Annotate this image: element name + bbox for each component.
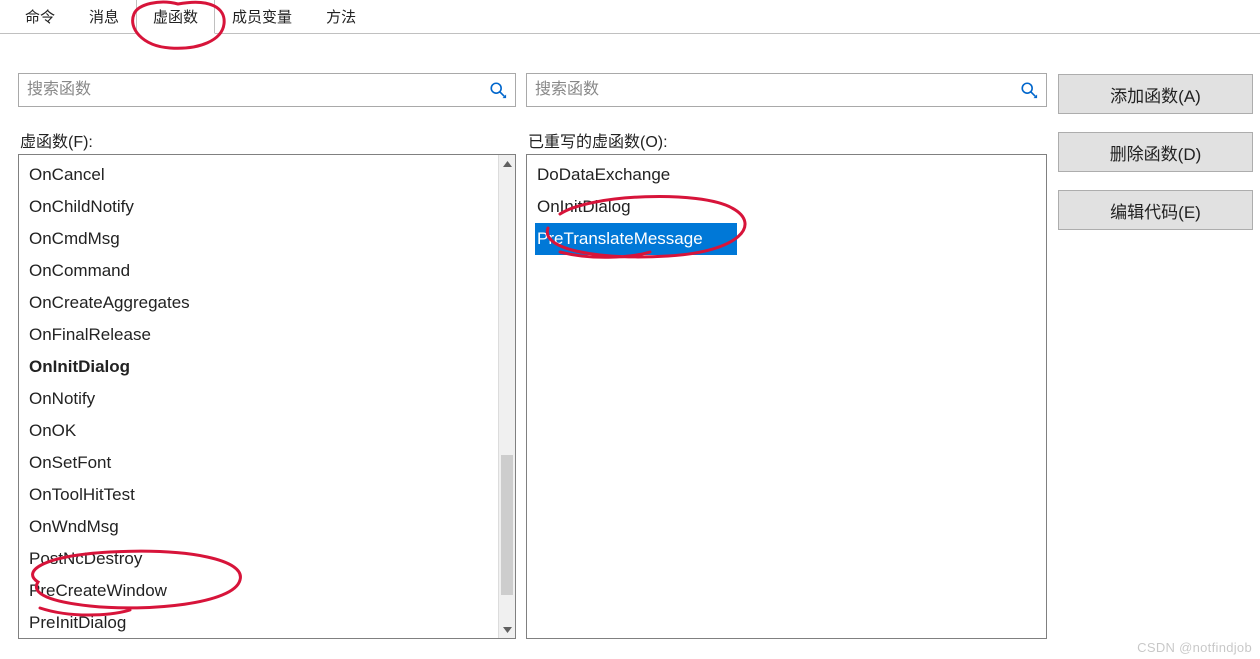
tab-1[interactable]: 消息	[72, 0, 136, 34]
overridden-functions-list[interactable]: DoDataExchangeOnInitDialogPreTranslateMe…	[526, 154, 1047, 639]
list-item[interactable]: OnFinalRelease	[27, 319, 494, 351]
list-item[interactable]: OnCommand	[27, 255, 494, 287]
scroll-up-button[interactable]	[499, 155, 515, 172]
list-item[interactable]: OnOK	[27, 415, 494, 447]
virtual-functions-list[interactable]: OnCancelOnChildNotifyOnCmdMsgOnCommandOn…	[18, 154, 516, 639]
overridden-functions-label: 已重写的虚函数(O):	[528, 128, 668, 152]
list-item[interactable]: OnToolHitTest	[27, 479, 494, 511]
list-item[interactable]: OnInitDialog	[27, 351, 494, 383]
list-item[interactable]: OnCreateAggregates	[27, 287, 494, 319]
tab-3[interactable]: 成员变量	[215, 0, 309, 34]
list-item[interactable]: OnChildNotify	[27, 191, 494, 223]
pane-overridden-functions: 已重写的虚函数(O): DoDataExchangeOnInitDialogPr…	[526, 58, 1047, 639]
pane-virtual-functions: 虚函数(F): OnCancelOnChildNotifyOnCmdMsgOnC…	[18, 58, 516, 639]
search-right[interactable]	[526, 73, 1047, 107]
list-item[interactable]: PreInitDialog	[27, 607, 494, 638]
list-item[interactable]: OnWndMsg	[27, 511, 494, 543]
tab-2[interactable]: 虚函数	[136, 0, 215, 34]
virtual-functions-label: 虚函数(F):	[20, 128, 93, 152]
tab-strip: 命令消息虚函数成员变量方法	[0, 0, 1260, 34]
list-item[interactable]: PostNcDestroy	[27, 543, 494, 575]
list-item[interactable]: OnCancel	[27, 159, 494, 191]
search-icon	[1020, 81, 1038, 99]
list-item[interactable]: PreCreateWindow	[27, 575, 494, 607]
tab-0[interactable]: 命令	[8, 0, 72, 34]
list-item[interactable]: OnInitDialog	[535, 191, 1042, 223]
list-item[interactable]: OnNotify	[27, 383, 494, 415]
watermark: CSDN @notfindjob	[1137, 640, 1252, 655]
scroll-thumb[interactable]	[501, 455, 513, 595]
list-item[interactable]: OnSetFont	[27, 447, 494, 479]
add-function-button[interactable]: 添加函数(A)	[1058, 74, 1253, 114]
edit-code-button[interactable]: 编辑代码(E)	[1058, 190, 1253, 230]
search-input[interactable]	[19, 74, 489, 106]
list-item[interactable]: PreTranslateMessage	[535, 223, 737, 255]
list-item[interactable]: DoDataExchange	[535, 159, 1042, 191]
tab-4[interactable]: 方法	[309, 0, 373, 34]
scroll-down-button[interactable]	[499, 621, 515, 638]
scrollbar[interactable]	[498, 155, 515, 638]
search-input[interactable]	[527, 74, 1020, 106]
list-item[interactable]: OnCmdMsg	[27, 223, 494, 255]
search-left[interactable]	[18, 73, 516, 107]
search-icon	[489, 81, 507, 99]
delete-function-button[interactable]: 删除函数(D)	[1058, 132, 1253, 172]
